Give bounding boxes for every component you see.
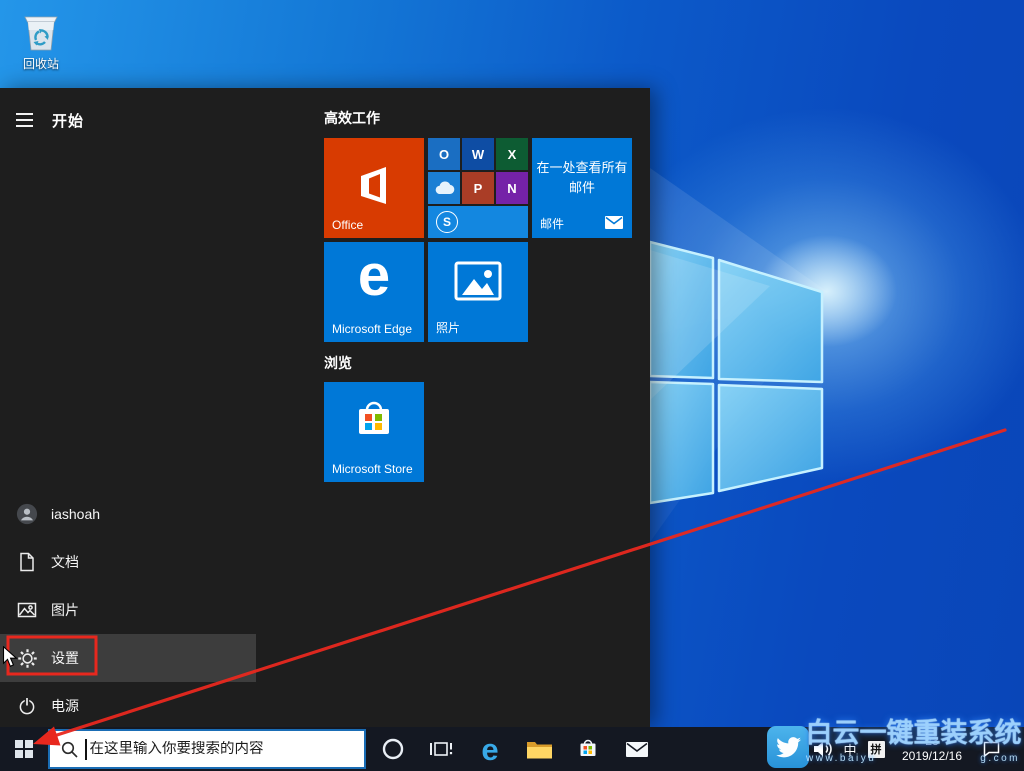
skype-icon: S [436,211,458,233]
start-button[interactable] [0,727,48,771]
tile-microsoft-store[interactable]: Microsoft Store [324,382,424,482]
windows-logo-icon [15,740,33,758]
start-menu-header: 开始 [0,102,84,138]
taskbar: e [0,727,1024,771]
search-icon [61,741,78,758]
tile-mail[interactable]: 在一处查看所有 邮件 邮件 [532,138,632,238]
action-center-button[interactable] [976,727,1006,771]
taskbar-clock[interactable]: 23 2019/12/16 [890,727,974,771]
user-name-label: iashoah [51,506,101,522]
tile-group-title-explore: 浏览 [324,355,352,371]
store-taskbar-button[interactable] [564,727,612,771]
onenote-icon: N [496,172,528,204]
tile-photos-label: 照片 [436,321,461,335]
action-center-icon [983,741,999,757]
store-icon [580,739,596,756]
tile-microsoft-edge[interactable]: e Microsoft Edge [324,242,424,342]
file-explorer-icon [526,741,552,758]
powerpoint-icon: P [462,172,494,204]
tile-store-label: Microsoft Store [332,462,413,476]
mail-icon [626,741,648,757]
tile-office[interactable]: Office [324,138,424,238]
tile-mail-label: 邮件 [540,217,565,231]
cortana-icon [382,738,404,760]
store-bag-icon [324,394,424,446]
word-icon: W [462,138,494,170]
power-icon [16,695,38,717]
sidebar-item-documents[interactable]: 文档 [0,538,256,586]
sidebar-item-power[interactable]: 电源 [0,682,256,730]
user-avatar-icon [16,503,38,525]
document-icon [16,551,38,573]
sidebar-item-user[interactable]: iashoah [0,490,256,538]
edge-logo-icon: e [357,243,391,308]
search-input[interactable] [86,741,364,757]
cortana-button[interactable] [369,727,417,771]
pictures-icon [16,599,38,621]
desktop: 回收站 开始 iashoah 文档 图片 设置 电源 高效工作 Office O… [0,0,1024,771]
gear-icon [16,647,38,669]
photos-icon [428,260,528,302]
onedrive-cloud-icon [428,172,460,204]
recycle-bin-shortcut[interactable]: 回收站 [8,8,74,72]
documents-label: 文档 [51,554,79,570]
start-menu-title: 开始 [52,112,85,130]
volume-button[interactable] [810,727,838,771]
pictures-label: 图片 [51,602,79,618]
clock-date: 2019/12/16 [901,749,963,763]
edge-icon: e [481,731,499,767]
task-view-icon [430,742,453,756]
envelope-icon [605,216,623,229]
mail-taskbar-button[interactable] [613,727,661,771]
sidebar-item-settings[interactable]: 设置 [0,634,256,682]
start-menu: 开始 iashoah 文档 图片 设置 电源 高效工作 Office O W X… [0,88,650,727]
outlook-icon: O [428,138,460,170]
ime-language-indicator[interactable]: 中 [840,727,860,771]
ime-mode-indicator[interactable]: 拼 [864,727,888,771]
power-label: 电源 [51,698,79,714]
settings-label: 设置 [51,650,79,666]
hamburger-menu-icon[interactable] [0,113,48,127]
tile-photos[interactable]: 照片 [428,242,528,342]
mail-tile-message: 在一处查看所有 邮件 [536,160,628,196]
ime-pinyin-badge: 拼 [867,740,885,758]
recycle-bin-icon [24,16,58,51]
edge-taskbar-button[interactable]: e [466,727,514,771]
taskbar-search-box[interactable] [48,729,366,769]
clock-time: 23 [925,734,939,748]
speaker-icon [814,741,832,757]
tile-group-title-productivity: 高效工作 [324,110,380,126]
skype-strip: S [428,206,528,238]
file-explorer-button[interactable] [515,727,563,771]
excel-icon: X [496,138,528,170]
sidebar-item-pictures[interactable]: 图片 [0,586,256,634]
tile-office-label: Office [332,218,364,232]
tile-office-app-folder[interactable]: O W X P N S [428,138,528,238]
tile-edge-label: Microsoft Edge [332,322,413,336]
recycle-bin-label: 回收站 [22,57,59,71]
task-view-button[interactable] [417,727,465,771]
